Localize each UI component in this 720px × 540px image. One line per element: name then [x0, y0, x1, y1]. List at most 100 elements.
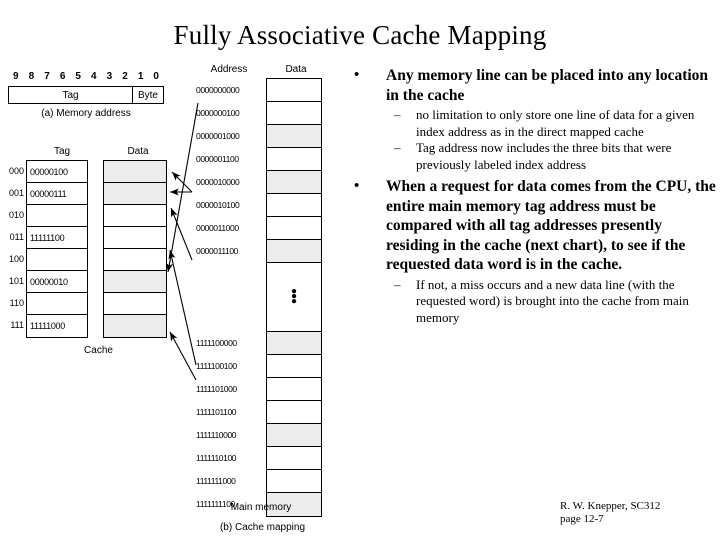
cache-data-cell [104, 161, 166, 183]
cache-tag-column-header: Tag [53, 146, 71, 157]
sub-bullet-dash-icon: – [394, 107, 401, 122]
bullet-list-level1: • Any memory line can be placed into any … [348, 66, 716, 326]
sub-bullet-item: – no limitation to only store one line of… [386, 107, 716, 140]
vertical-ellipsis-icon: • • • [291, 283, 297, 311]
bullet-list-level2: – If not, a miss occurs and a new data li… [386, 277, 716, 327]
footer-author: R. W. Knepper, SC312 [560, 500, 661, 512]
bit-number-1: 1 [137, 71, 144, 82]
bullet-text: Any memory line can be placed into any l… [386, 67, 709, 104]
memory-data-cell [267, 102, 321, 125]
cache-index-label: 001 [8, 188, 24, 198]
cache-tag-table: 00000100 00000111 11111100 00000010 11111000 [26, 160, 88, 338]
cache-tag-cell: 11111000 [30, 321, 65, 331]
cache-index-labels: 000 001 010 011 100 101 110 111 [2, 160, 24, 336]
cache-data-cell [104, 205, 166, 227]
cache-data-cell [104, 315, 166, 337]
bullet-list-level2: – no limitation to only store one line of… [386, 107, 716, 173]
sub-bullet-dash-icon: – [394, 140, 401, 155]
memory-address-label: 1111110100 [196, 452, 237, 463]
address-field-tag: Tag [9, 87, 133, 103]
memory-address-column-header: Address [210, 64, 248, 75]
bit-number-6: 6 [59, 71, 66, 82]
memory-data-cell [267, 148, 321, 171]
bullet-marker-icon: • [354, 67, 360, 83]
figure-caption-cache: Cache [84, 345, 113, 356]
address-bit-numbers: 9876543210 [8, 71, 168, 85]
memory-data-cell [267, 424, 321, 447]
memory-address-label: 1111101000 [196, 383, 237, 394]
memory-data-cell [267, 194, 321, 217]
bit-number-3: 3 [106, 71, 113, 82]
memory-address-label: 1111100000 [196, 337, 237, 348]
cache-data-cell [104, 227, 166, 249]
memory-address-label: 1111100100 [196, 360, 237, 371]
figure-caption-a: (a) Memory address [41, 108, 131, 119]
memory-data-cell [267, 401, 321, 424]
memory-data-cell [267, 217, 321, 240]
sub-bullet-text: If not, a miss occurs and a new data lin… [416, 276, 689, 325]
cache-data-cell [104, 271, 166, 293]
figure-caption-b: (b) Cache mapping [219, 522, 306, 533]
memory-address-label: 0000000000 [196, 84, 240, 95]
bullet-item: • When a request for data comes from the … [348, 177, 716, 326]
memory-data-cell [267, 240, 321, 263]
cache-data-cell [104, 249, 166, 271]
memory-data-cell [267, 447, 321, 470]
memory-address-label: 1111110000 [196, 429, 237, 440]
bit-number-8: 8 [28, 71, 35, 82]
memory-address-label: 0000011000 [196, 222, 239, 233]
memory-address-label: 1111111000 [196, 475, 236, 486]
memory-data-cell [267, 355, 321, 378]
sub-bullet-item: – If not, a miss occurs and a new data li… [386, 277, 716, 327]
sub-bullet-dash-icon: – [394, 276, 401, 292]
memory-address-label: 1111101100 [196, 406, 237, 417]
cache-index-label: 101 [8, 276, 24, 286]
footer-page-number: page 12-7 [560, 513, 604, 525]
memory-data-column-header: Data [285, 64, 307, 75]
bit-number-0: 0 [153, 71, 159, 82]
sub-bullet-item: – Tag address now includes the three bits… [386, 140, 716, 173]
bit-number-4: 4 [91, 71, 97, 82]
cache-index-label: 000 [8, 166, 24, 176]
memory-address-label: 0000001000 [196, 130, 240, 141]
cache-tag-cell: 00000100 [27, 161, 87, 183]
slide-canvas: Fully Associative Cache Mapping 98765432… [0, 0, 720, 540]
cache-data-cell [104, 183, 166, 205]
memory-address-label: 0000010000 [196, 176, 240, 187]
page-title: Fully Associative Cache Mapping [173, 20, 547, 50]
main-memory-address-labels: 0000000000 0000000100 0000001000 0000001100… [196, 78, 262, 515]
main-memory-table: • • • [266, 78, 322, 517]
cache-mapping-figure: 9876543210 Tag Byte (a) Memory address T… [0, 60, 345, 540]
bit-number-2: 2 [122, 71, 128, 82]
bit-number-5: 5 [75, 71, 81, 82]
bullet-item: • Any memory line can be placed into any … [348, 66, 716, 173]
address-field-byte: Byte [137, 89, 158, 101]
cache-tag-cell: 00000111 [27, 183, 87, 205]
memory-data-cell [267, 171, 321, 194]
cache-tag-cell [27, 293, 87, 315]
cache-tag-cell [27, 249, 87, 271]
cache-index-label: 011 [9, 232, 24, 242]
sub-bullet-text: no limitation to only store one line of … [416, 107, 695, 139]
cache-index-label: 010 [8, 210, 24, 220]
cache-tag-cell: 11111100 [27, 227, 87, 249]
cache-data-table [103, 160, 167, 338]
memory-data-cell [267, 125, 321, 148]
memory-address-label: 0000001100 [196, 153, 239, 164]
memory-ellipsis-cell: • • • [267, 263, 321, 332]
bit-number-9: 9 [13, 71, 19, 82]
cache-tag-cell: 00000010 [27, 271, 87, 293]
cache-index-label: 110 [9, 298, 24, 308]
memory-address-label: 0000010100 [196, 199, 240, 210]
bullet-text: When a request for data comes from the C… [386, 178, 716, 273]
cache-data-column-header: Data [127, 146, 149, 157]
bullet-marker-icon: • [354, 178, 360, 194]
cache-tag-cell [27, 205, 87, 227]
memory-data-cell [267, 332, 321, 355]
memory-data-cell [267, 470, 321, 493]
bit-number-7: 7 [44, 71, 50, 82]
memory-address-label: 0000011100 [196, 245, 239, 256]
memory-data-cell [267, 378, 321, 401]
memory-address-label: 0000000100 [196, 107, 240, 118]
slide-footer: R. W. Knepper, SC312 page 12-7 [560, 500, 720, 526]
